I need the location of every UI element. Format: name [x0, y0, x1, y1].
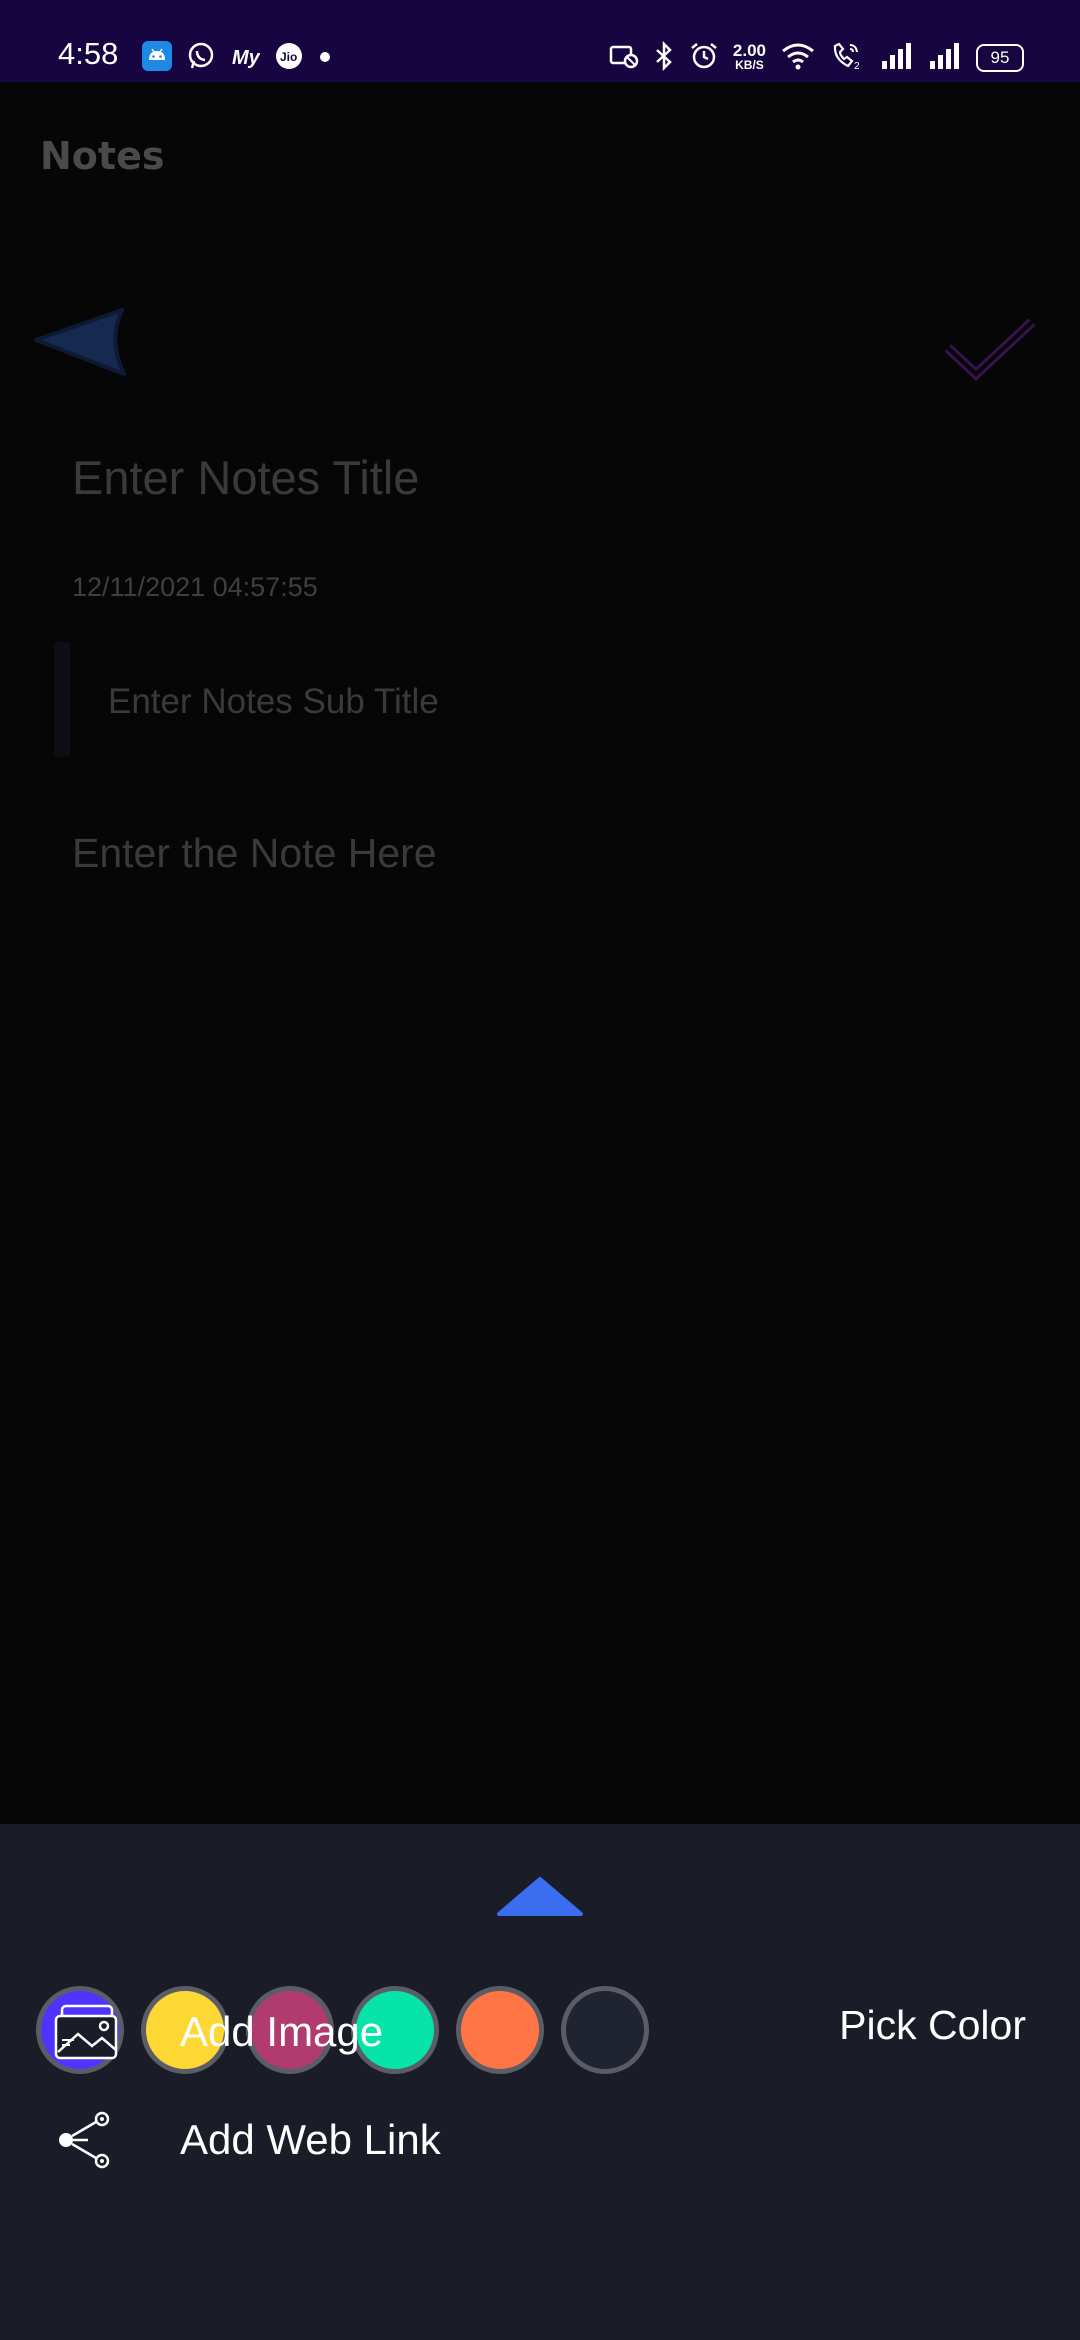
checkmark-icon [944, 318, 1036, 381]
status-left-icons: My Jio [142, 40, 332, 76]
volte-call-icon: 2 [830, 41, 866, 75]
battery-indicator: 95 [976, 44, 1024, 72]
add-web-link-label: Add Web Link [180, 2116, 441, 2163]
status-bar: 4:58 My Jio 2.00 KB/S 2 95 [0, 0, 1080, 82]
wifi-icon [780, 41, 816, 75]
chevron-up-icon [497, 1877, 583, 1916]
android-icon [142, 41, 172, 75]
add-web-link-button[interactable]: Add Web Link [54, 2105, 441, 2175]
image-icon [54, 2004, 118, 2060]
signal-2-icon [928, 41, 962, 75]
note-body-input[interactable]: Enter the Note Here [72, 830, 437, 877]
signal-1-icon [880, 41, 914, 75]
bluetooth-icon [653, 40, 675, 75]
note-datetime: 12/11/2021 04:57:55 [72, 572, 318, 602]
pick-color-label: Pick Color [839, 2002, 1026, 2048]
myjio-icon: My [230, 41, 261, 75]
app-title: Notes [40, 134, 165, 178]
save-note-button[interactable] [942, 314, 1038, 386]
color-swatch-default[interactable] [561, 1986, 649, 2074]
status-right-icons: 2.00 KB/S 2 95 [609, 37, 1024, 79]
no-sim-icon [609, 42, 639, 74]
back-arrow-icon [34, 308, 126, 376]
net-speed: 2.00 KB/S [732, 41, 766, 72]
notification-dot-icon [318, 49, 332, 68]
add-image-button[interactable]: Add Image [54, 1997, 383, 2067]
alarm-icon [689, 41, 719, 75]
color-swatch-orange[interactable] [456, 1986, 544, 2074]
jio-icon: Jio [274, 41, 304, 75]
svg-text:2: 2 [854, 61, 860, 71]
note-subtitle-input[interactable]: Enter Notes Sub Title [108, 682, 439, 722]
back-button[interactable] [34, 304, 130, 380]
share-link-icon [59, 2111, 110, 2169]
note-title-input[interactable]: Enter Notes Title [72, 450, 419, 505]
miscellaneous-bottom-sheet: Pick Color [0, 1824, 1080, 2340]
svg-text:Jio: Jio [280, 50, 297, 64]
subtitle-color-indicator [54, 642, 70, 757]
sheet-toggle-button[interactable] [496, 1876, 584, 1916]
note-editor: Notes Enter Notes Title 12/11/2021 04:57… [0, 82, 1080, 1824]
add-image-label: Add Image [180, 2008, 384, 2055]
status-time: 4:58 [58, 36, 119, 71]
svg-text:My: My [232, 47, 260, 69]
whatsapp-icon [186, 41, 216, 75]
